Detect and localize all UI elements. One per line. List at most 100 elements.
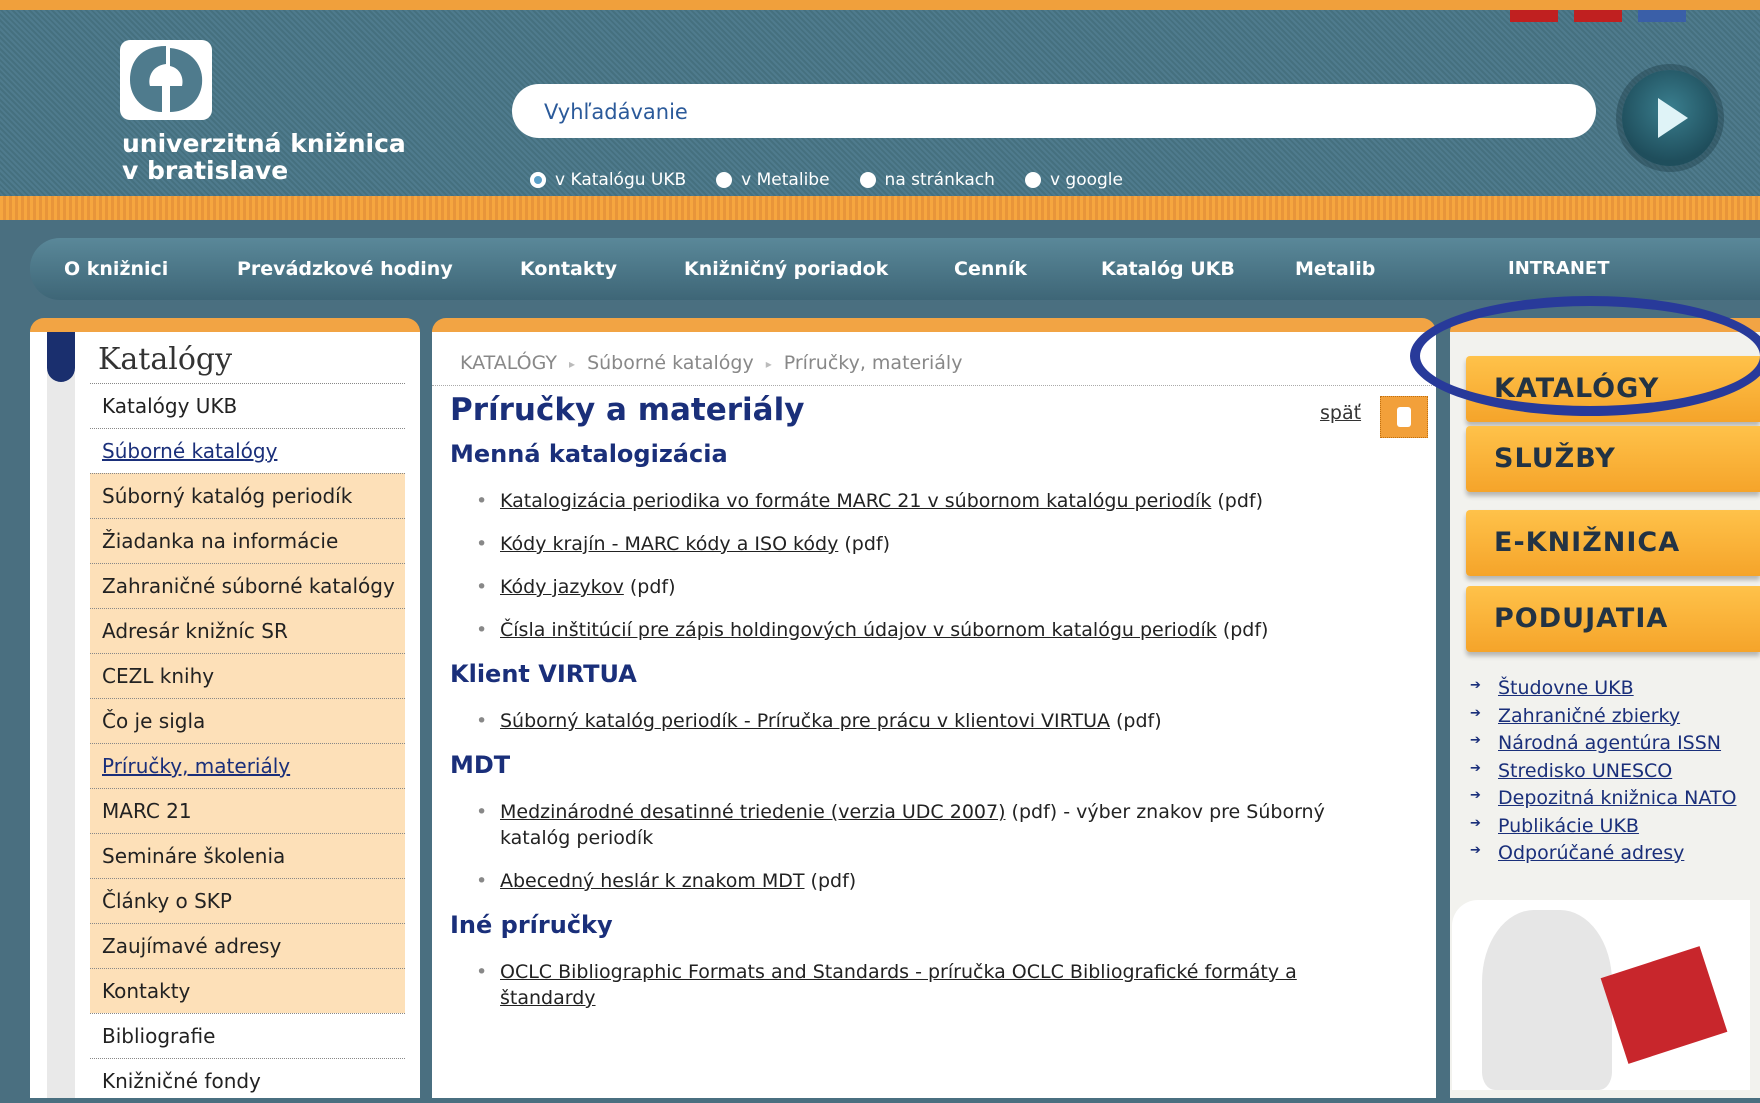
list-item: Kódy krajín - MARC kódy a ISO kódy (pdf): [476, 531, 1380, 557]
quick-link-zahranicne-zbierky[interactable]: Zahraničné zbierky: [1498, 705, 1680, 727]
sidebar-item-ziadanka[interactable]: Žiadanka na informácie: [90, 518, 405, 563]
file-type: (pdf): [1109, 710, 1162, 732]
list-item: Katalogizácia periodika vo formáte MARC …: [476, 488, 1380, 514]
nav-metalib[interactable]: Metalib: [1295, 238, 1375, 300]
radio-label: v Metalibe: [741, 170, 830, 190]
radio-metalib[interactable]: v Metalibe: [716, 170, 830, 190]
document-link[interactable]: Katalogizácia periodika vo formáte MARC …: [500, 490, 1211, 512]
nav-kniznicny-poriadok[interactable]: Knižničný poriadok: [684, 238, 888, 300]
nav-o-kniznici[interactable]: O knižnici: [64, 238, 168, 300]
sidebar-item-katalogy-ukb[interactable]: Katalógy UKB: [90, 383, 405, 428]
breadcrumb-item[interactable]: KATALÓGY: [460, 352, 557, 376]
nav-intranet[interactable]: INTRANET: [1508, 238, 1609, 300]
list-item: OCLC Bibliographic Formats and Standards…: [476, 959, 1380, 1011]
sidebar-item-bibliografie[interactable]: Bibliografie: [90, 1013, 405, 1058]
radio-google[interactable]: v google: [1024, 170, 1123, 190]
reader-figure: [1482, 910, 1612, 1090]
category-sluzby[interactable]: SLUŽBY: [1466, 426, 1760, 492]
sidebar-item-suborne-katalogy[interactable]: Súborné katalógy: [90, 428, 405, 473]
file-type: (pdf): [804, 870, 857, 892]
breadcrumb-separator-icon: ▸: [569, 357, 576, 371]
list-item: Abecedný heslár k znakom MDT (pdf): [476, 868, 1380, 894]
quick-link-item: Odporúčané adresy: [1470, 842, 1736, 870]
document-link[interactable]: Čísla inštitúcií pre zápis holdingových …: [500, 619, 1217, 641]
logo-line-2: v bratislave: [122, 156, 289, 185]
sidebar-item-kniznicne-fondy[interactable]: Knižničné fondy: [90, 1058, 405, 1103]
sidebar-item-seminare[interactable]: Semináre školenia: [90, 833, 405, 878]
category-e-kniznica[interactable]: E-KNIŽNICA: [1466, 510, 1760, 576]
breadcrumb: KATALÓGY ▸ Súborné katalógy ▸ Príručky, …: [460, 352, 962, 376]
page-title: Príručky a materiály: [450, 392, 805, 428]
breadcrumb-current: Príručky, materiály: [783, 352, 963, 374]
quick-link-nato[interactable]: Depozitná knižnica NATO: [1498, 787, 1736, 809]
quick-link-studovne[interactable]: Študovne UKB: [1498, 677, 1634, 699]
header-divider: [0, 196, 1760, 220]
radio-stranky[interactable]: na stránkach: [859, 170, 995, 190]
quick-link-item: Stredisko UNESCO: [1470, 760, 1736, 788]
quick-link-unesco[interactable]: Stredisko UNESCO: [1498, 760, 1672, 782]
radio-katalog-ukb[interactable]: v Katalógu UKB: [530, 170, 686, 190]
logo-line-1: univerzitná knižnica: [122, 129, 406, 158]
play-arrow-icon: [1658, 98, 1688, 138]
nav-kontakty[interactable]: Kontakty: [520, 238, 617, 300]
search-box: [512, 84, 1596, 138]
file-type: (pdf): [838, 533, 891, 555]
document-link[interactable]: Medzinárodné desatinné triedenie (verzia…: [500, 801, 1006, 823]
sidebar-item-zaujimave-adresy[interactable]: Zaujímavé adresy: [90, 923, 405, 968]
document-link[interactable]: Kódy jazykov: [500, 576, 624, 598]
section-heading: Menná katalogizácia: [450, 440, 728, 468]
radio-icon[interactable]: [716, 172, 733, 188]
breadcrumb-separator-icon: ▸: [765, 357, 772, 371]
category-podujatia[interactable]: PODUJATIA: [1466, 586, 1760, 652]
promo-image[interactable]: [1452, 900, 1750, 1090]
quick-link-item: Publikácie UKB: [1470, 815, 1736, 843]
sidebar-item-kontakty[interactable]: Kontakty: [90, 968, 405, 1013]
sidebar-item-cezl[interactable]: CEZL knihy: [90, 653, 405, 698]
sidebar-item-adresar[interactable]: Adresár knižníc SR: [90, 608, 405, 653]
sidebar-title: Katalógy: [98, 342, 233, 377]
list-item: Kódy jazykov (pdf): [476, 574, 1380, 600]
flag-icon[interactable]: [1510, 10, 1558, 22]
sidebar-item-marc21[interactable]: MARC 21: [90, 788, 405, 833]
document-link[interactable]: Súborný katalóg periodík - Príručka pre …: [500, 710, 1110, 732]
document-link[interactable]: Abecedný heslár k znakom MDT: [500, 870, 805, 892]
nav-cennik[interactable]: Cenník: [954, 238, 1027, 300]
radio-icon[interactable]: [859, 172, 876, 188]
quick-link-publikacie[interactable]: Publikácie UKB: [1498, 815, 1639, 837]
file-type: (pdf): [1211, 490, 1264, 512]
flag-icon[interactable]: [1638, 10, 1686, 22]
sidebar-item-prirucky[interactable]: Príručky, materiály: [90, 743, 405, 788]
breadcrumb-item[interactable]: Súborné katalógy: [587, 352, 754, 376]
list-item: Čísla inštitúcií pre zápis holdingových …: [476, 617, 1380, 643]
nav-prevadzkove-hodiny[interactable]: Prevádzkové hodiny: [237, 238, 453, 300]
quick-link-odporucane[interactable]: Odporúčané adresy: [1498, 842, 1684, 864]
radio-selected-icon[interactable]: [530, 172, 546, 188]
radio-icon[interactable]: [1024, 172, 1041, 188]
back-arrow-icon[interactable]: [1380, 396, 1428, 438]
library-logo-icon[interactable]: [120, 40, 212, 120]
nav-katalog-ukb[interactable]: Katalóg UKB: [1101, 238, 1235, 300]
sidebar-item-clanky[interactable]: Články o SKP: [90, 878, 405, 923]
sidebar-item-sigla[interactable]: Čo je sigla: [90, 698, 405, 743]
search-input[interactable]: [542, 94, 1546, 130]
document-link[interactable]: Kódy krajín - MARC kódy a ISO kódy: [500, 533, 838, 555]
list-item: Súborný katalóg periodík - Príručka pre …: [476, 708, 1380, 734]
sidebar-item-suborny-katalog-periodik[interactable]: Súborný katalóg periodík: [90, 473, 405, 518]
section-heading: Iné príručky: [450, 911, 613, 939]
quick-link-item: Národná agentúra ISSN: [1470, 732, 1736, 760]
book-icon: [1600, 946, 1728, 1064]
main-navigation: O knižnici Prevádzkové hodiny Kontakty K…: [30, 238, 1760, 300]
list-item: Medzinárodné desatinné triedenie (verzia…: [476, 799, 1380, 851]
flag-icon[interactable]: [1574, 10, 1622, 22]
quick-links: Študovne UKB Zahraničné zbierky Národná …: [1470, 677, 1736, 870]
quick-link-issn[interactable]: Národná agentúra ISSN: [1498, 732, 1721, 754]
back-link[interactable]: späť: [1320, 402, 1361, 424]
radio-label: na stránkach: [884, 170, 995, 190]
section-heading: Klient VIRTUA: [450, 660, 637, 688]
library-name[interactable]: univerzitná knižnica v bratislave: [122, 130, 406, 184]
document-link[interactable]: OCLC Bibliographic Formats and Standards…: [500, 961, 1297, 1009]
section-heading: MDT: [450, 751, 511, 779]
quick-link-item: Študovne UKB: [1470, 677, 1736, 705]
search-button[interactable]: [1622, 70, 1718, 166]
sidebar-item-zahranicne-katalogy[interactable]: Zahraničné súborné katalógy: [90, 563, 405, 608]
